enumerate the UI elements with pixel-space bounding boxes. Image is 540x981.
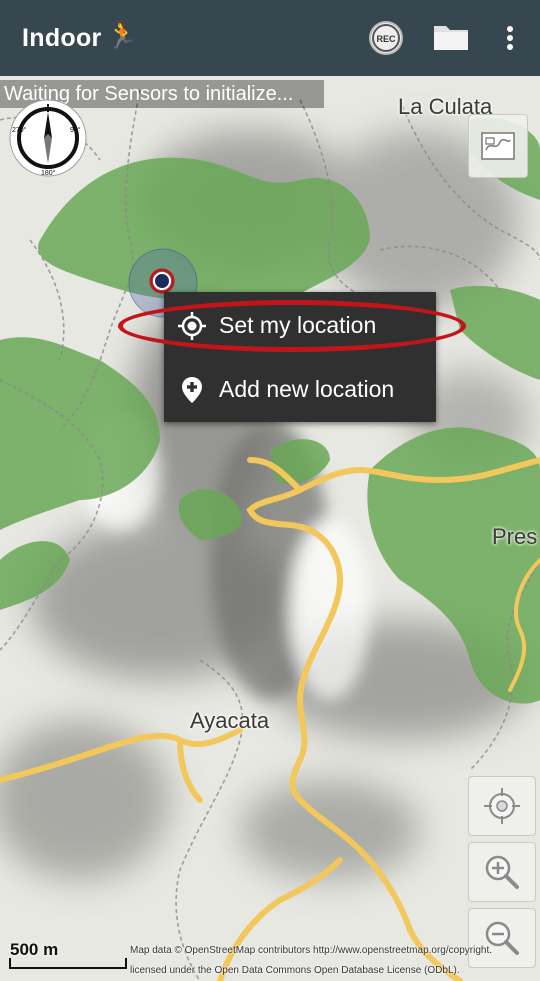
map-attribution: Map data © OpenStreetMap contributors ht… [130, 941, 540, 981]
compass-label-south: 180° [41, 169, 56, 177]
compass-label-west: 270° [12, 126, 27, 134]
folder-icon [434, 26, 468, 50]
scale-bar-line [9, 958, 127, 969]
app-title: Indoor [22, 24, 102, 52]
rec-button[interactable]: REC [366, 18, 406, 58]
folder-button[interactable] [432, 20, 472, 60]
map-canvas [0, 76, 540, 981]
attribution-line-2: licensed under the Open Data Commons Ope… [130, 965, 460, 976]
place-label-pres: Pres [492, 524, 538, 549]
menu-item-label: Add new location [219, 376, 395, 402]
compass-icon: 270° 90° 180° [9, 99, 87, 177]
attribution-line-1: Map data © OpenStreetMap contributors ht… [130, 945, 492, 956]
map-view[interactable] [0, 76, 540, 981]
compass-widget[interactable]: 270° 90° 180° [8, 98, 88, 178]
menu-item-add-new-location[interactable]: Add new location [164, 358, 436, 422]
rec-label: REC [376, 34, 396, 44]
compass-label-east: 90° [70, 126, 81, 134]
map-icon [481, 132, 515, 160]
place-label-ayacata: Ayacata [190, 708, 270, 733]
annotation-highlight-ellipse [118, 300, 466, 352]
add-location-pin-icon [182, 377, 202, 403]
app-bar: Indoor 🏃 REC [0, 0, 540, 76]
my-location-button[interactable] [468, 776, 536, 836]
zoom-in-button[interactable] [468, 842, 536, 902]
running-person-icon: 🏃 [106, 20, 139, 50]
scale-label: 500 m [10, 940, 59, 959]
more-vert-icon [507, 26, 513, 50]
rec-icon: REC [369, 21, 403, 55]
map-layers-button[interactable] [468, 114, 528, 178]
overflow-menu-button[interactable] [498, 18, 522, 58]
zoom-in-icon [485, 855, 519, 889]
gps-target-icon [484, 788, 520, 824]
map-scale-bar: 500 m [9, 940, 127, 969]
